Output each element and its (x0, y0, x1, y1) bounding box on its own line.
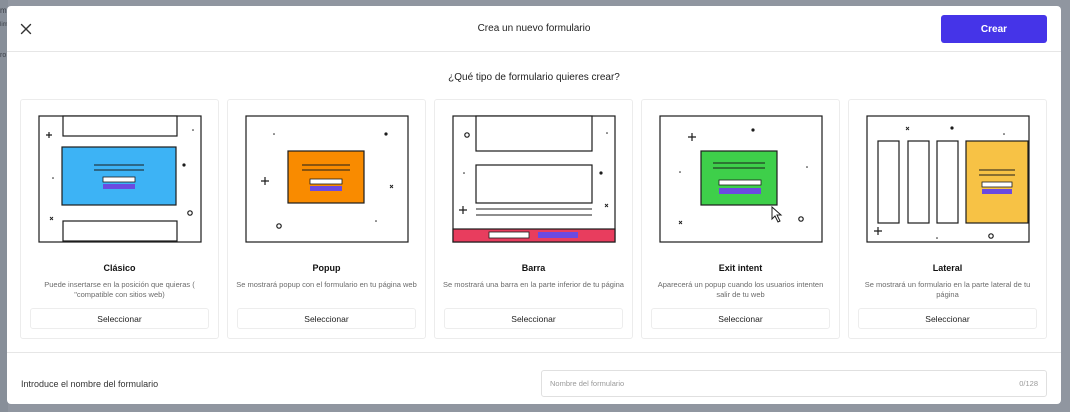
lateral-illustration-icon (866, 115, 1030, 243)
card-title: Exit intent (718, 263, 763, 273)
form-type-card-lateral[interactable]: Lateral Se mostrará un formulario en la … (848, 99, 1047, 339)
form-type-card-classic[interactable]: Clásico Puede insertarse en la posición … (20, 99, 219, 339)
form-name-input[interactable] (542, 371, 1012, 396)
card-description: Se mostrará un formulario en la parte la… (864, 280, 1031, 299)
card-description: Se mostrará popup con el formulario en t… (236, 280, 417, 289)
select-button[interactable]: Seleccionar (237, 308, 416, 329)
bar-illustration-icon (452, 115, 616, 243)
form-name-field[interactable]: 0/128 (541, 370, 1047, 397)
card-description: Puede insertarse en la posición que quie… (44, 280, 195, 299)
form-type-list: Clásico Puede insertarse en la posición … (20, 99, 1048, 339)
form-type-card-popup[interactable]: Popup Se mostrará popup con el formulari… (227, 99, 426, 339)
select-button[interactable]: Seleccionar (30, 308, 209, 329)
select-button[interactable]: Seleccionar (651, 308, 830, 329)
accent-shape (61, 146, 177, 206)
popup-illustration-icon (245, 115, 409, 243)
form-name-label: Introduce el nombre del formulario (21, 379, 159, 389)
modal-header: Crea un nuevo formulario Crear (7, 6, 1061, 52)
accent-shape (452, 228, 616, 243)
exit-intent-illustration-icon (659, 115, 823, 243)
card-title: Lateral (932, 263, 963, 273)
card-title: Barra (521, 263, 546, 273)
create-form-modal: Crea un nuevo formulario Crear ¿Qué tipo… (7, 6, 1061, 404)
accent-shape (700, 150, 778, 206)
modal-title: Crea un nuevo formulario (477, 23, 591, 34)
create-button[interactable]: Crear (941, 15, 1047, 43)
select-button[interactable]: Seleccionar (444, 308, 623, 329)
card-title: Popup (312, 263, 341, 273)
select-button[interactable]: Seleccionar (858, 308, 1037, 329)
card-title: Clásico (103, 263, 136, 273)
card-description: Aparecerá un popup cuando los usuarios i… (657, 280, 824, 299)
classic-illustration-icon (38, 115, 202, 243)
card-description: Se mostrará una barra en la parte inferi… (443, 280, 624, 289)
char-counter: 0/128 (1019, 379, 1038, 388)
modal-footer: Introduce el nombre del formulario 0/128 (7, 352, 1061, 404)
form-type-question: ¿Qué tipo de formulario quieres crear? (448, 72, 620, 83)
form-type-card-exit-intent[interactable]: Exit intent Aparecerá un popup cuando lo… (641, 99, 840, 339)
accent-shape (287, 150, 365, 204)
form-type-card-bar[interactable]: Barra Se mostrará una barra en la parte … (434, 99, 633, 339)
